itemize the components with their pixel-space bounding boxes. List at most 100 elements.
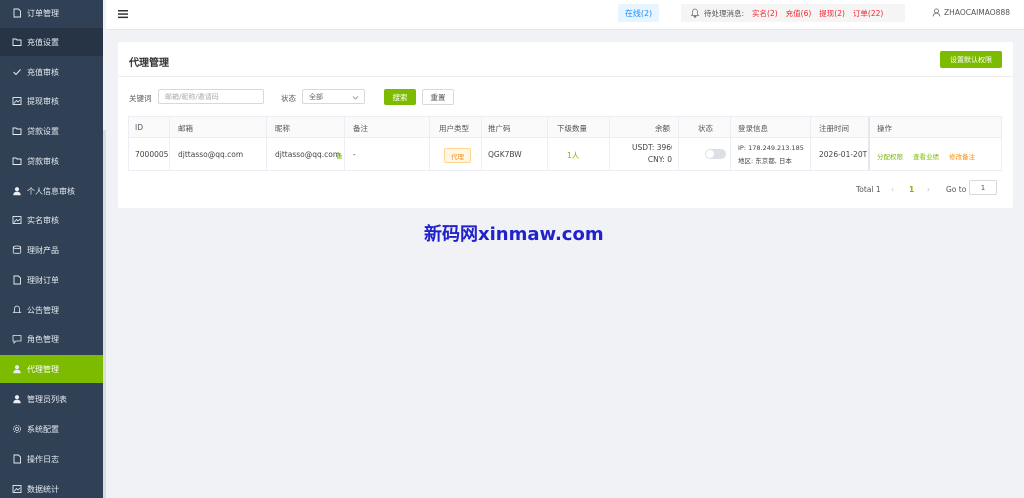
keyword-input[interactable]: 邮箱/昵称/邀请码 xyxy=(158,89,264,104)
sidebar-item-14[interactable]: 系统配置 xyxy=(0,415,103,443)
pending-order-link[interactable]: 订单(22) xyxy=(853,8,883,19)
header-actions: 操作 xyxy=(877,124,892,133)
nickname-edit-link[interactable]: 备 xyxy=(336,150,343,160)
sidebar-item-2[interactable]: 充值审核 xyxy=(0,58,103,86)
pagination-total: Total 1 xyxy=(856,185,881,194)
header-user-type: 用户类型 xyxy=(439,124,469,133)
folder-icon xyxy=(12,126,22,136)
pending-withdraw-link[interactable]: 提现(2) xyxy=(819,8,845,19)
image-icon xyxy=(12,484,22,494)
status-toggle[interactable] xyxy=(705,149,726,159)
next-page-chevron-icon[interactable]: › xyxy=(927,185,930,194)
goto-label: Go to xyxy=(946,185,967,194)
sidebar-item-3[interactable]: 提现审核 xyxy=(0,87,103,115)
edit-remark-link[interactable]: 修改备注 xyxy=(949,151,975,161)
pending-messages: 待处理消息: 实名(2) 充值(6) 提现(2) 订单(22) xyxy=(681,4,905,22)
agent-table: ID 邮箱 昵称 备注 用户类型 推广码 下级数量 余额 状态 登录信息 注册时… xyxy=(128,116,1002,171)
pending-realname-link[interactable]: 实名(2) xyxy=(752,8,778,19)
sidebar-item-label: 公告管理 xyxy=(27,305,59,315)
sidebar-item-10[interactable]: 公告管理 xyxy=(0,296,103,324)
sidebar-item-16[interactable]: 数据统计 xyxy=(0,475,103,498)
view-performance-link[interactable]: 查看业绩 xyxy=(913,151,939,161)
cell-login-region: 地区: 东京都, 日本 xyxy=(738,157,792,165)
sidebar-item-11[interactable]: 角色管理 xyxy=(0,325,103,353)
document-icon xyxy=(12,454,22,464)
cell-balance-usdt: USDT: 3960 xyxy=(632,143,672,152)
sidebar-item-9[interactable]: 理财订单 xyxy=(0,266,103,294)
page-title: 代理管理 xyxy=(129,58,169,69)
sidebar: 订单管理充值设置充值审核 提现审核贷款设置贷款审核个人信息审核实名审核理财产品理财… xyxy=(0,0,103,498)
cell-login-ip: IP: 178.249.213.185 xyxy=(738,144,804,152)
header-nickname: 昵称 xyxy=(275,124,290,133)
table-header: ID 邮箱 昵称 备注 用户类型 推广码 下级数量 余额 状态 登录信息 注册时… xyxy=(129,117,1001,138)
online-count-badge[interactable]: 在线(2) xyxy=(618,4,659,22)
sidebar-scrollbar[interactable] xyxy=(103,130,106,498)
header-id: ID xyxy=(135,123,143,132)
sidebar-item-label: 理财订单 xyxy=(27,275,59,285)
sidebar-item-label: 系统配置 xyxy=(27,424,59,434)
sidebar-item-6[interactable]: 个人信息审核 xyxy=(0,177,103,205)
sidebar-item-13[interactable]: 管理员列表 xyxy=(0,385,103,413)
status-select[interactable]: 全部 xyxy=(302,89,365,104)
sidebar-item-label: 角色管理 xyxy=(27,334,59,344)
header-promo-code: 推广码 xyxy=(488,124,511,133)
header-status: 状态 xyxy=(698,124,713,133)
user-menu[interactable]: ZHAOCAIMAO888 xyxy=(932,8,1010,17)
sidebar-item-5[interactable]: 贷款审核 xyxy=(0,147,103,175)
card-divider xyxy=(118,76,1013,77)
cell-nickname: djttasso@qq.com xyxy=(275,150,341,159)
prev-page-chevron-icon[interactable]: ‹ xyxy=(891,185,894,194)
cell-email: djttasso@qq.com xyxy=(178,150,244,159)
document-icon xyxy=(12,8,22,18)
sidebar-item-label: 贷款审核 xyxy=(27,156,59,166)
username: ZHAOCAIMAO888 xyxy=(944,8,1010,17)
status-label: 状态 xyxy=(281,94,296,103)
sidebar-item-7[interactable]: 实名审核 xyxy=(0,206,103,234)
top-bar: 在线(2) 待处理消息: 实名(2) 充值(6) 提现(2) 订单(22) ZH… xyxy=(106,0,1024,30)
sidebar-item-label: 充值设置 xyxy=(27,37,59,47)
sidebar-item-0[interactable]: 订单管理 xyxy=(0,0,103,27)
cell-promo-code: QGK7BW xyxy=(488,150,522,159)
bell-icon xyxy=(12,305,22,315)
cell-remark: - xyxy=(353,150,356,159)
assign-permission-link[interactable]: 分配权限 xyxy=(877,151,903,161)
header-balance: 余额 xyxy=(655,124,670,133)
sidebar-item-label: 贷款设置 xyxy=(27,126,59,136)
sidebar-item-label: 实名审核 xyxy=(27,215,59,225)
cell-id: 7000005 xyxy=(135,150,169,159)
sidebar-item-15[interactable]: 操作日志 xyxy=(0,445,103,473)
database-icon xyxy=(12,245,22,255)
header-remark: 备注 xyxy=(353,124,368,133)
cell-sub-count-link[interactable]: 1人 xyxy=(567,150,579,161)
header-email: 邮箱 xyxy=(178,124,193,133)
sidebar-item-4[interactable]: 贷款设置 xyxy=(0,117,103,145)
document-icon xyxy=(12,275,22,285)
sidebar-item-label: 数据统计 xyxy=(27,484,59,494)
sidebar-item-label: 管理员列表 xyxy=(27,394,67,404)
chat-icon xyxy=(12,334,22,344)
goto-page-input[interactable]: 1 xyxy=(969,180,997,195)
bell-icon xyxy=(690,8,700,18)
pending-label: 待处理消息: xyxy=(704,8,745,18)
sidebar-item-12[interactable]: 代理管理 xyxy=(0,355,103,383)
gear-icon xyxy=(12,424,22,434)
sidebar-item-label: 代理管理 xyxy=(27,364,59,374)
header-register-time: 注册时间 xyxy=(819,124,849,133)
sidebar-item-label: 订单管理 xyxy=(27,8,59,18)
hamburger-menu-icon[interactable] xyxy=(118,9,128,19)
image-icon xyxy=(12,96,22,106)
table-row: 7000005 djttasso@qq.com djttasso@qq.com … xyxy=(129,138,1001,171)
cell-balance-cny: CNY: 0 xyxy=(647,155,672,164)
sidebar-item-1[interactable]: 充值设置 xyxy=(0,28,103,56)
set-default-permission-button[interactable]: 设置默认权限 xyxy=(940,51,1002,68)
folder-icon xyxy=(12,156,22,166)
current-page-number[interactable]: 1 xyxy=(909,185,914,194)
user-icon xyxy=(12,364,22,374)
reset-button[interactable]: 重置 xyxy=(422,89,454,105)
pending-recharge-link[interactable]: 充值(6) xyxy=(786,8,812,19)
user-type-tag: 代理 xyxy=(444,148,471,163)
sidebar-item-8[interactable]: 理财产品 xyxy=(0,236,103,264)
cell-register-time: 2026-01-20T17 xyxy=(819,150,867,159)
status-select-value: 全部 xyxy=(309,92,323,101)
search-button[interactable]: 搜索 xyxy=(384,89,416,105)
